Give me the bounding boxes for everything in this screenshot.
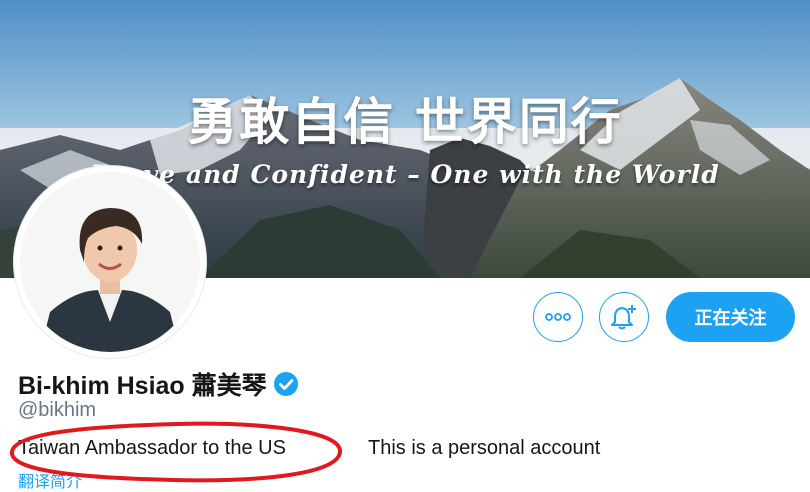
more-dots-icon: [545, 313, 571, 321]
following-button[interactable]: 正在关注: [666, 292, 795, 342]
name-row: Bi-khim Hsiao 蕭美琴: [18, 366, 299, 402]
avatar-photo: [20, 172, 200, 352]
user-handle: @bikhim: [18, 399, 97, 421]
notifications-button[interactable]: [599, 292, 649, 342]
translate-bio-link[interactable]: 翻译简介: [18, 468, 82, 492]
more-options-button[interactable]: [533, 292, 583, 342]
bio-title: Taiwan Ambassador to the US: [18, 437, 286, 459]
banner-title: 勇敢自信 世界同行: [187, 92, 623, 151]
profile-avatar[interactable]: [14, 166, 206, 358]
display-name: Bi-khim Hsiao 蕭美琴: [18, 372, 267, 400]
verified-badge-icon: [273, 372, 298, 396]
bell-plus-icon: [611, 305, 636, 330]
bio-note: This is a personal account: [368, 437, 601, 459]
